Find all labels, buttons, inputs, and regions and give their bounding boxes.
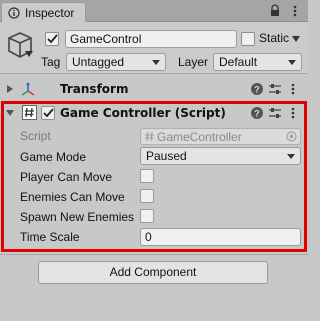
active-checkbox[interactable] [45, 32, 59, 46]
chevron-down-icon[interactable] [25, 51, 33, 57]
foldout-collapsed-icon[interactable] [6, 85, 14, 93]
svg-text:?: ? [254, 85, 260, 95]
info-icon [8, 7, 20, 19]
tab-inspector[interactable]: Inspector [1, 2, 86, 22]
tag-value: Untagged [72, 55, 125, 69]
tab-bar: Inspector [0, 0, 308, 22]
chevron-down-icon[interactable] [292, 36, 300, 42]
tag-label: Tag [41, 55, 61, 69]
chevron-down-icon [152, 60, 160, 65]
layer-label: Layer [178, 55, 209, 69]
menu-icon[interactable] [288, 4, 302, 18]
layer-dropdown[interactable]: Default [213, 53, 302, 71]
name-field[interactable]: GameControl [65, 30, 237, 48]
divider [0, 254, 308, 255]
tab-title: Inspector [25, 6, 75, 20]
checkmark-icon [47, 34, 58, 44]
highlight-box [1, 101, 307, 252]
transform-title: Transform [60, 82, 129, 96]
tag-dropdown[interactable]: Untagged [66, 53, 166, 71]
transform-axis-icon [21, 82, 35, 96]
static-checkbox[interactable] [241, 32, 255, 46]
gameobject-header: GameControl Static Tag Untagged Layer De… [0, 22, 308, 74]
menu-icon[interactable] [286, 82, 300, 96]
help-icon[interactable]: ? [250, 82, 264, 96]
layer-value: Default [219, 55, 258, 69]
preset-sliders-icon[interactable] [268, 82, 282, 96]
add-component-button[interactable]: Add Component [38, 261, 268, 284]
transform-header[interactable]: Transform ? [0, 78, 308, 100]
chevron-down-icon [288, 60, 296, 65]
static-label: Static [259, 31, 290, 45]
lock-icon[interactable] [268, 4, 282, 18]
